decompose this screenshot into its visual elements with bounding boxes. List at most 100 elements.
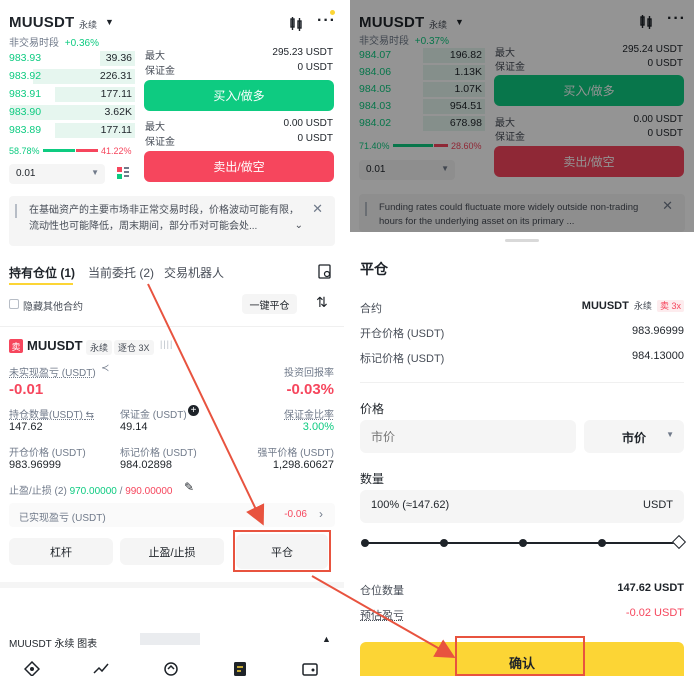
close-notice-icon[interactable]: ✕ — [312, 201, 323, 217]
expand-chart-icon[interactable]: ▲ — [322, 634, 331, 644]
orderbook-price: 983.93 — [9, 52, 42, 64]
liq-price-value: 1,298.60627 — [272, 459, 334, 471]
buy-margin-value: 0 USDT — [297, 62, 333, 73]
orderbook-row[interactable]: 983.89 177.11 — [0, 122, 135, 139]
position-symbol[interactable]: MUUSDT — [27, 338, 83, 353]
orderbook-qty: 39.36 — [105, 52, 132, 64]
sell-ratio: 41.22% — [101, 146, 132, 156]
tab-positions[interactable]: 持有仓位 (1) — [9, 264, 75, 281]
share-icon[interactable]: ≺ — [101, 363, 109, 374]
sell-max-label: 最大 — [145, 122, 165, 133]
orderbook-row[interactable]: 983.90 3.62K — [0, 104, 135, 121]
active-tab-indicator — [9, 283, 73, 285]
buy-margin-label: 保证金 — [145, 66, 175, 77]
slider-step-50[interactable] — [519, 539, 527, 547]
orderbook-qty: 177.11 — [100, 88, 132, 100]
orderbook-row[interactable]: 983.92 226.31 — [0, 68, 135, 85]
blurred-region — [140, 633, 200, 645]
sell-margin-value: 0 USDT — [297, 133, 333, 144]
realized-pnl-row[interactable]: 已实现盈亏 (USDT) -0.06 › — [9, 503, 335, 527]
sort-icon[interactable]: ⇅ — [316, 294, 328, 311]
entry-price-value: 983.96999 — [632, 325, 684, 337]
close-all-button[interactable]: 一键平仓 — [242, 294, 297, 314]
entry-price-value: 983.96999 — [9, 459, 61, 471]
leverage-button[interactable]: 杠杆 — [9, 538, 113, 565]
liq-price-label: 强平价格 (USDT) — [257, 448, 334, 459]
hide-others-label: 隐藏其他合约 — [23, 302, 83, 313]
est-pnl-label: 预估盈亏 — [360, 610, 404, 622]
position-qty-value: 147.62 USDT — [617, 582, 684, 594]
slider-step-0[interactable] — [361, 539, 369, 547]
contract-label: 合约 — [360, 303, 382, 315]
orderbook-row[interactable]: 983.91 177.11 — [0, 86, 135, 103]
quantity-label: 数量 — [360, 472, 385, 486]
sell-short-button[interactable]: 卖出/做空 — [144, 151, 334, 182]
margin-value: 49.14 — [120, 421, 148, 433]
size-value: 147.62 — [9, 421, 43, 433]
side-badge: 卖 — [9, 339, 23, 353]
roi-label: 投资回报率 — [284, 368, 334, 379]
tpsl-button[interactable]: 止盈/止损 — [120, 538, 224, 565]
buy-max-label: 最大 — [145, 51, 165, 62]
home-icon[interactable] — [24, 661, 40, 676]
sheet-title: 平仓 — [360, 261, 388, 277]
buy-max-value: 295.23 USDT — [272, 47, 333, 58]
tab-trading-bots[interactable]: 交易机器人 — [164, 264, 224, 281]
mark-price-label: 标记价格 (USDT) — [120, 448, 197, 459]
section-divider — [0, 582, 344, 588]
orderbook-price: 983.91 — [9, 88, 42, 100]
buy-ratio: 58.78% — [9, 146, 40, 156]
orderbook-price: 983.89 — [9, 124, 42, 136]
position-mode: 逐仓 3X — [114, 340, 154, 355]
sell-max-value: 0.00 USDT — [283, 118, 333, 129]
orderbook-row[interactable]: 983.93 39.36 — [0, 50, 135, 67]
divider — [0, 326, 344, 327]
tpsl-row: 止盈/止损 (2) 970.00000 / 990.00000 — [9, 486, 173, 497]
orderbook-layout-icon[interactable] — [116, 166, 130, 180]
hide-others-checkbox[interactable] — [9, 299, 19, 309]
price-type-select[interactable]: 市价 ▼ — [584, 420, 684, 453]
chart-bar-title[interactable]: MUUSDT 永续 图表 — [9, 635, 97, 650]
expand-notice-icon[interactable]: ⌄ — [295, 220, 303, 231]
symbol-dropdown-icon[interactable]: ▼ — [105, 17, 114, 27]
orderbook-qty: 3.62K — [104, 106, 132, 118]
edit-tpsl-icon[interactable]: ✎ — [184, 480, 194, 494]
notification-dot-icon — [330, 10, 335, 15]
orderbook-price: 983.90 — [9, 106, 42, 118]
trade-icon[interactable] — [163, 661, 179, 676]
slider-step-75[interactable] — [598, 539, 606, 547]
symbol-title[interactable]: MUUSDT — [9, 14, 74, 31]
mark-price-value: 984.13000 — [632, 350, 684, 362]
slider-step-25[interactable] — [440, 539, 448, 547]
contract-side-badge: 卖 3x — [656, 300, 684, 312]
position-contract: 永续 — [86, 340, 113, 355]
chart-settings-icon[interactable] — [288, 16, 304, 32]
history-record-icon[interactable] — [318, 264, 332, 279]
divider — [360, 382, 684, 383]
entry-price-label: 开仓价格 (USDT) — [360, 328, 445, 340]
tab-open-orders[interactable]: 当前委托 (2) — [88, 264, 154, 281]
signal-bars-icon: |||| — [160, 339, 174, 349]
sheet-drag-handle[interactable] — [505, 239, 539, 242]
orderbook-qty: 226.31 — [99, 70, 132, 82]
close-position-sheet: 平仓 合约 MUUSDT 永续 卖 3x 开仓价格 (USDT) 983.969… — [350, 232, 694, 676]
position-qty-label: 仓位数量 — [360, 585, 404, 597]
slider-thumb[interactable] — [671, 534, 687, 550]
modal-backdrop[interactable] — [350, 0, 694, 232]
assets-icon[interactable] — [302, 661, 318, 676]
size-label: 持仓数量(USDT) ⇆ — [9, 410, 95, 421]
price-input[interactable] — [360, 420, 576, 453]
markets-icon[interactable] — [93, 661, 109, 676]
buy-ratio-bar — [43, 149, 75, 152]
entry-price-label: 开仓价格 (USDT) — [9, 448, 86, 459]
price-label: 价格 — [360, 402, 385, 416]
confirm-button[interactable]: 确认 — [360, 642, 684, 676]
futures-icon[interactable] — [232, 661, 248, 676]
quantity-input[interactable]: 100% (≈147.62) USDT — [360, 490, 684, 523]
add-margin-icon[interactable]: + — [188, 405, 199, 416]
precision-select[interactable]: 0.01 ▼ — [9, 164, 105, 184]
buy-long-button[interactable]: 买入/做多 — [144, 80, 334, 111]
margin-ratio-value: 3.00% — [302, 421, 334, 433]
unrealized-pnl-label: 未实现盈亏 (USDT) — [9, 368, 96, 379]
close-position-button[interactable]: 平仓 — [236, 534, 328, 569]
